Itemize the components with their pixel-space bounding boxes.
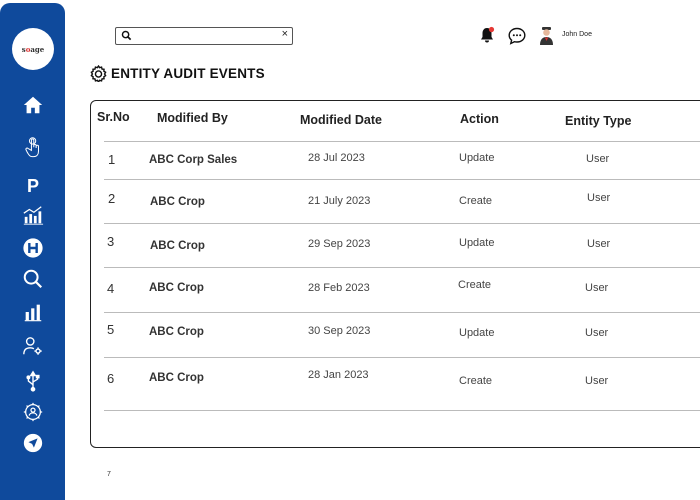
sidebar-item-usb[interactable] [20,369,46,393]
search-box: × [115,27,293,45]
h-circle-icon [23,238,43,258]
header-entity-type: Entity Type [565,114,632,128]
cell-action: Create [458,279,492,291]
cell-modified-date: 29 Sep 2023 [308,238,371,250]
cell-entity-type: User [586,153,610,165]
cell-modified-date: 28 Feb 2023 [308,282,370,294]
cell-sr-no: 6 [107,371,115,386]
brand-logo[interactable]: s o age [12,28,54,70]
sidebar-item-h[interactable] [20,236,46,260]
sidebar-item-p[interactable]: P [20,174,46,198]
home-icon [23,96,43,114]
cell-entity-type: User [587,192,611,204]
cell-entity-type: User [585,327,609,339]
row-divider [104,141,700,142]
cell-action: Update [459,152,495,164]
cell-action: Create [459,375,493,387]
bar-growth-icon [23,206,44,225]
sidebar-item-team[interactable] [20,400,46,424]
header-action: Action [460,112,499,126]
cell-sr-no: 5 [107,322,115,337]
cell-action: Update [459,237,495,249]
avatar[interactable] [538,26,555,46]
cell-modified-date: 28 Jul 2023 [308,152,365,164]
user-name[interactable]: John Doe [562,31,592,38]
navigation-icon [23,433,43,453]
row-divider [104,223,700,224]
cell-modified-by: ABC Crop [149,372,204,384]
cell-sr-no: 3 [107,234,115,249]
audit-table: Sr.No Modified By Modified Date Action E… [90,100,700,448]
user-settings-icon [23,337,42,355]
cell-modified-by: ABC Crop [150,240,205,252]
sidebar-item-touch[interactable] [20,134,46,162]
sidebar-item-growth[interactable] [20,203,46,227]
header-modified-by: Modified By [157,111,228,125]
row-divider [104,312,700,313]
sidebar-item-navigate[interactable] [20,431,46,455]
cell-entity-type: User [585,375,609,387]
search-icon [23,269,43,289]
cell-sr-no: 1 [108,152,116,167]
gear-icon [90,65,107,82]
row-divider [104,410,700,411]
notification-bell-icon[interactable] [478,26,496,44]
sidebar: s o age P [0,3,65,500]
sidebar-item-search[interactable] [20,267,46,291]
row-divider [104,267,700,268]
bar-chart-icon [24,304,42,322]
page-number: 7 [107,471,111,478]
sidebar-item-reports[interactable] [20,300,46,324]
usb-icon [26,370,40,392]
cell-modified-date: 28 Jan 2023 [308,369,369,381]
cell-entity-type: User [585,282,609,294]
cell-entity-type: User [587,238,611,250]
page-title: ENTITY AUDIT EVENTS [111,66,265,81]
team-settings-icon [23,402,43,422]
cell-modified-by: ABC Crop [149,282,204,294]
search-icon [121,30,132,41]
sidebar-item-user-settings[interactable] [20,334,46,358]
cell-sr-no: 4 [107,281,115,296]
p-letter-icon: P [26,175,39,196]
cell-modified-by: ABC Corp Sales [149,154,238,166]
cell-action: Create [459,195,493,207]
row-divider [104,357,700,358]
logo-text-c: age [30,44,45,54]
chat-icon[interactable] [507,26,527,46]
header-sr-no: Sr.No [97,110,130,124]
cell-modified-by: ABC Crop [149,326,204,338]
header-modified-date: Modified Date [300,113,382,127]
cell-modified-date: 21 July 2023 [308,195,371,207]
page-header: ENTITY AUDIT EVENTS [90,65,265,82]
clear-search-button[interactable]: × [282,28,288,40]
row-divider [104,179,700,180]
touch-hand-icon [25,137,40,158]
cell-modified-date: 30 Sep 2023 [308,325,371,337]
sidebar-item-home[interactable] [20,93,46,117]
cell-action: Update [459,327,495,339]
cell-sr-no: 2 [108,191,116,206]
cell-modified-by: ABC Crop [150,196,205,208]
search-input[interactable] [136,29,276,41]
